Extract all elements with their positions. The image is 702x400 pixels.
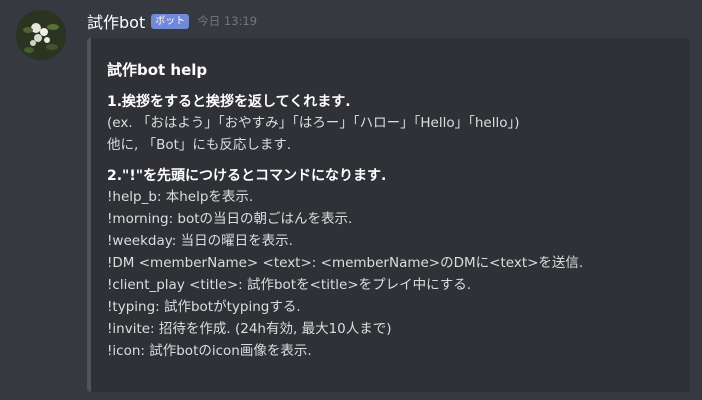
command-line: !help_b: 本helpを表示. xyxy=(107,189,254,205)
command-line: !weekday: 当日の曜日を表示. xyxy=(107,233,293,249)
embed-accent-bar xyxy=(87,38,91,392)
bot-badge: ボット xyxy=(151,13,190,29)
username[interactable]: 試作bot xyxy=(87,9,145,33)
field-line: (ex. 「おはよう」「おやすみ」「はろー」「ハロー」「Hello」「hello… xyxy=(107,115,520,131)
field-title: 2."!"を先頭につけるとコマンドになります. xyxy=(107,168,387,184)
message-header: 試作bot ボット 今日 13:19 xyxy=(87,10,257,32)
embed-title: 試作bot help xyxy=(107,61,208,79)
field-line: 他に, 「Bot」にも反応します. xyxy=(107,137,292,153)
command-line: !client_play <title>: 試作botを<title>をプレイ中… xyxy=(107,277,472,293)
command-line: !invite: 招待を作成. (24h有効, 最大10人まで) xyxy=(107,321,392,337)
command-line: !typing: 試作botがtypingする. xyxy=(107,299,301,315)
field-title: 1.挨拶をすると挨拶を返してくれます. xyxy=(107,94,351,110)
bot-avatar[interactable] xyxy=(16,10,66,60)
message-timestamp: 今日 13:19 xyxy=(197,14,258,28)
embed-field-greeting: 1.挨拶をすると挨拶を返してくれます. (ex. 「おはよう」「おやすみ」「はろ… xyxy=(107,92,680,156)
command-line: !icon: 試作botのicon画像を表示. xyxy=(107,343,312,359)
embed-field-commands: 2."!"を先頭につけるとコマンドになります. !help_b: 本helpを表… xyxy=(107,166,680,362)
chat-message: 試作bot ボット 今日 13:19 試作bot help 1.挨拶をすると挨拶… xyxy=(0,0,702,400)
command-line: !DM <memberName> <text>: <memberName>のDM… xyxy=(107,255,584,271)
command-line: !morning: botの当日の朝ごはんを表示. xyxy=(107,211,353,227)
embed-content: 試作bot help 1.挨拶をすると挨拶を返してくれます. (ex. 「おはよ… xyxy=(107,60,680,372)
help-embed: 試作bot help 1.挨拶をすると挨拶を返してくれます. (ex. 「おはよ… xyxy=(87,38,690,392)
